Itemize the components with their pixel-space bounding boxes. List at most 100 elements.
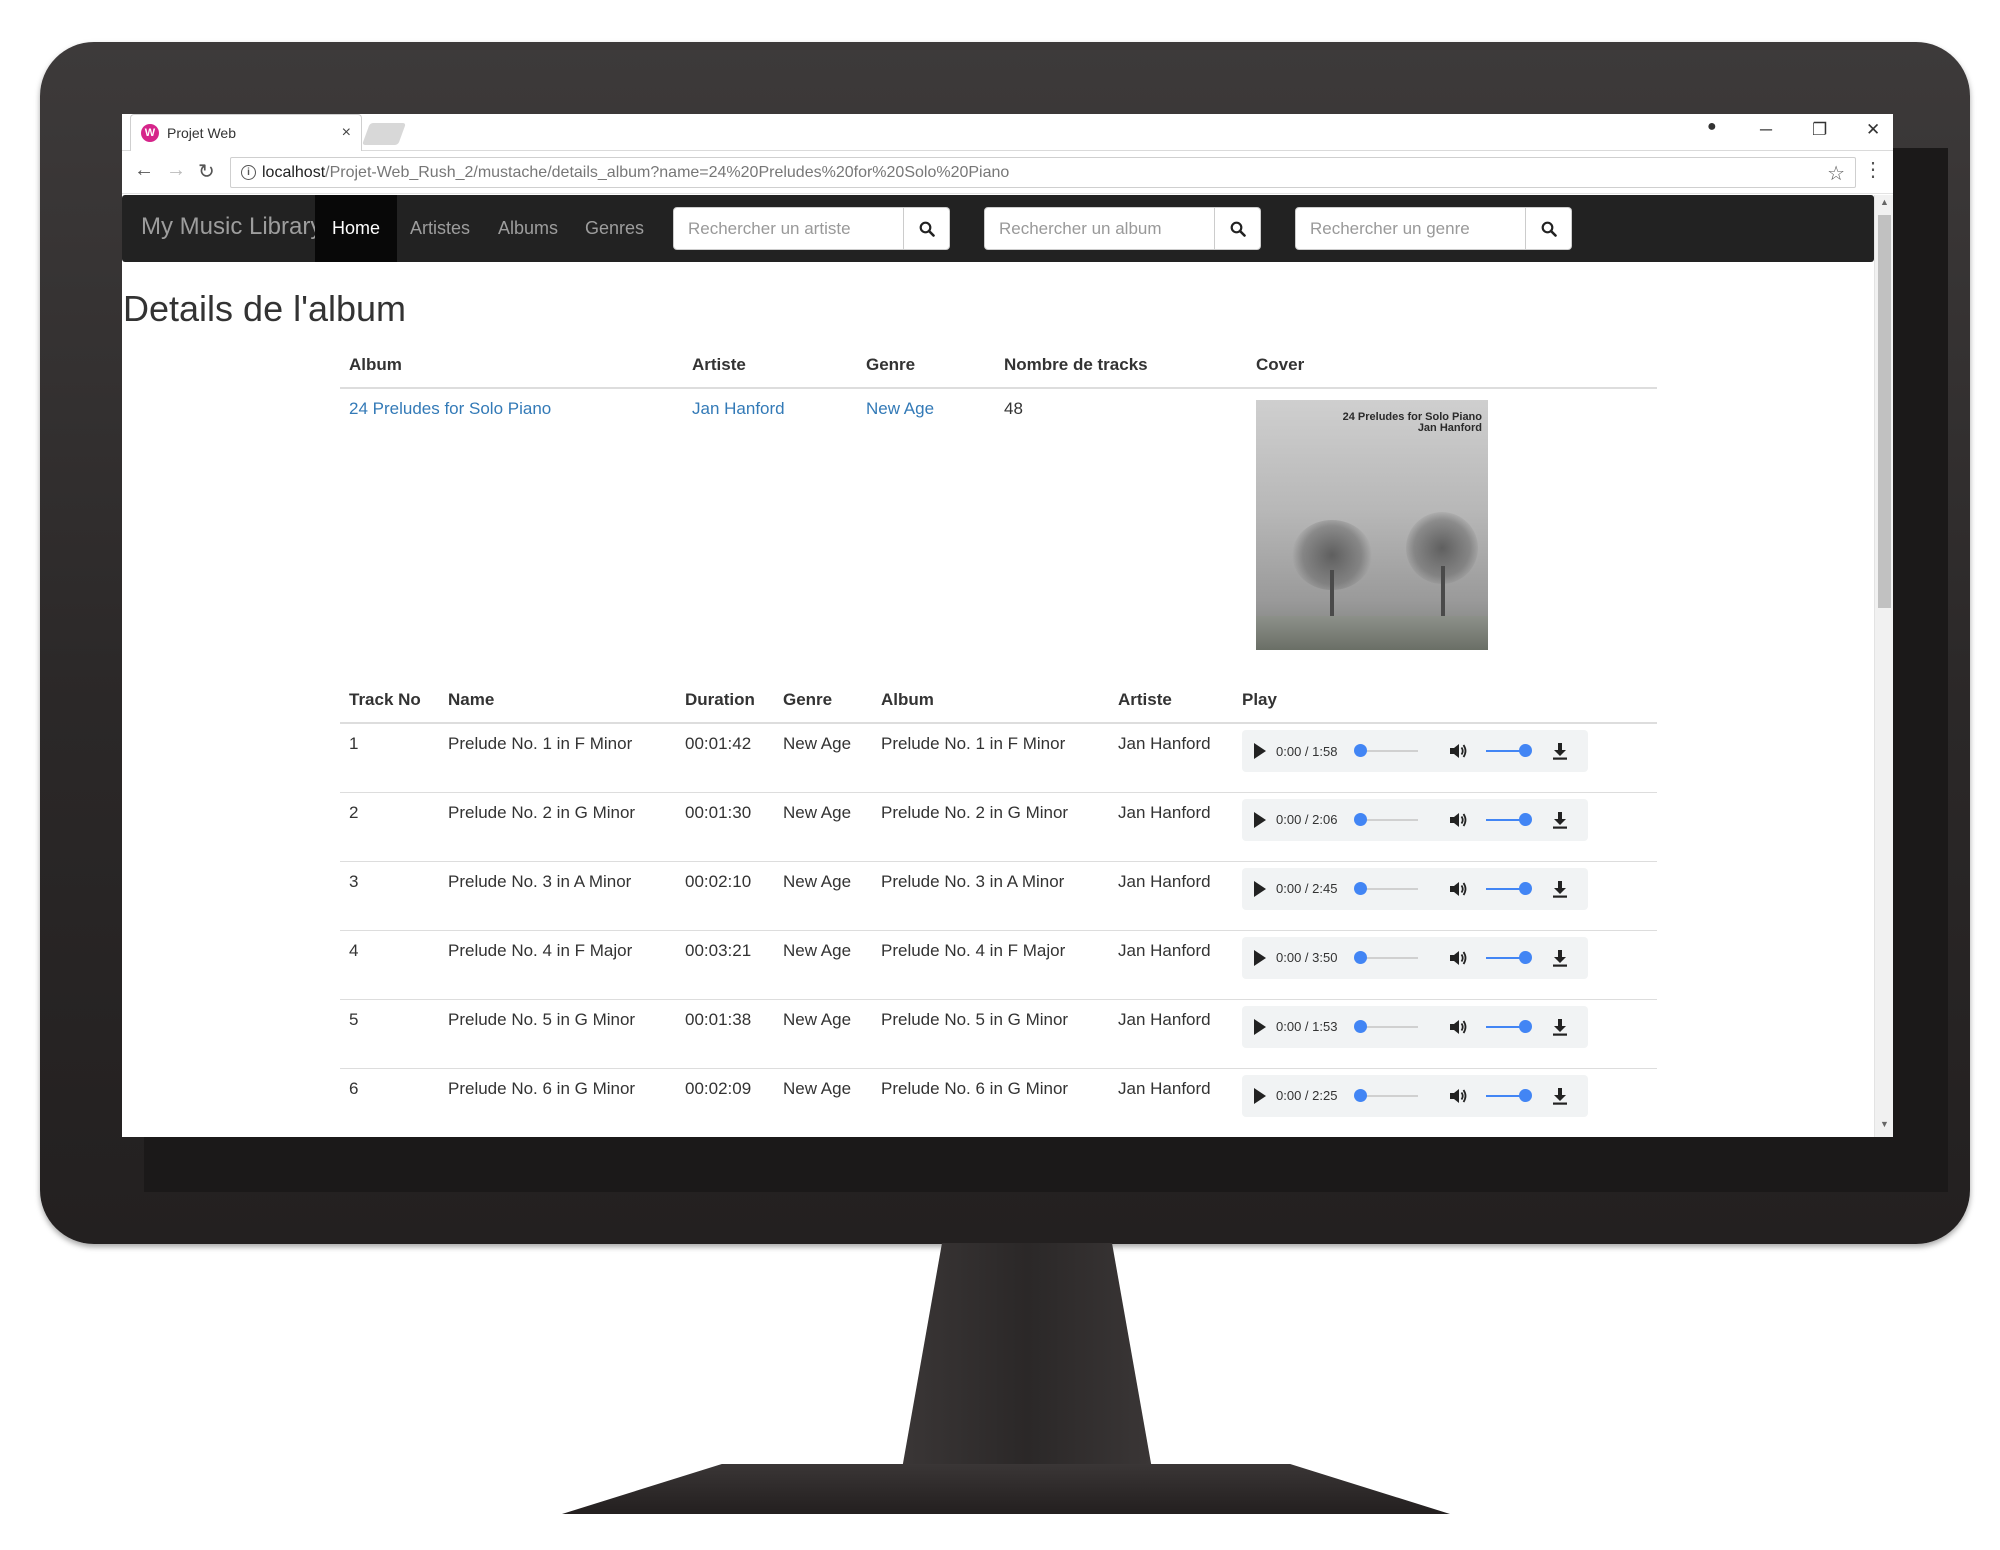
- close-tab-icon[interactable]: ×: [342, 124, 351, 142]
- seek-knob[interactable]: [1354, 812, 1367, 826]
- volume-knob[interactable]: [1519, 1088, 1532, 1102]
- volume-icon[interactable]: [1448, 1018, 1468, 1036]
- seek-slider[interactable]: [1354, 881, 1418, 895]
- seek-slider[interactable]: [1354, 1088, 1418, 1102]
- play-icon[interactable]: [1254, 811, 1266, 828]
- player-time: 0:00 / 2:45: [1276, 881, 1338, 896]
- genre-link[interactable]: New Age: [866, 399, 934, 418]
- nav-home[interactable]: Home: [315, 195, 398, 262]
- search-icon: [1230, 221, 1246, 237]
- seek-slider[interactable]: [1354, 950, 1418, 964]
- search-artist-group: [673, 207, 950, 250]
- download-icon[interactable]: [1552, 880, 1568, 898]
- url-path: /Projet-Web_Rush_2/mustache/details_albu…: [325, 163, 1010, 181]
- album-header: Album: [340, 343, 683, 389]
- artist-link[interactable]: Jan Hanford: [692, 399, 785, 418]
- volume-icon[interactable]: [1448, 949, 1468, 967]
- album-link[interactable]: 24 Preludes for Solo Piano: [349, 399, 551, 418]
- audio-player: 0:00 / 2:25: [1242, 1074, 1588, 1117]
- download-icon[interactable]: [1552, 811, 1568, 829]
- genre-header: Genre: [857, 343, 995, 389]
- browser-menu-icon[interactable]: ⋮: [1863, 160, 1883, 180]
- volume-icon[interactable]: [1448, 811, 1468, 829]
- scroll-thumb[interactable]: [1878, 215, 1891, 608]
- tab-strip: W Projet Web × ● ─ ❐ ✕: [122, 114, 1893, 151]
- track-artist: Jan Hanford: [1109, 1068, 1233, 1137]
- track-row: 2 Prelude No. 2 in G Minor 00:01:30 New …: [340, 792, 1657, 862]
- album-row: 24 Preludes for Solo Piano Jan Hanford N…: [340, 388, 1657, 650]
- browser-tab[interactable]: W Projet Web ×: [130, 114, 362, 151]
- player-time: 0:00 / 2:06: [1276, 812, 1338, 827]
- play-icon[interactable]: [1254, 743, 1266, 759]
- search-genre-input[interactable]: [1295, 207, 1526, 250]
- play-icon[interactable]: [1254, 880, 1266, 897]
- info-icon[interactable]: i: [241, 165, 256, 180]
- track-duration: 00:01:30: [676, 792, 774, 862]
- download-icon[interactable]: [1552, 742, 1568, 760]
- window-close-icon[interactable]: ✕: [1866, 120, 1880, 140]
- scroll-up-arrow-icon[interactable]: ▲: [1875, 197, 1893, 213]
- volume-icon[interactable]: [1448, 880, 1468, 898]
- download-icon[interactable]: [1552, 949, 1568, 967]
- volume-slider[interactable]: [1486, 1088, 1532, 1102]
- volume-knob[interactable]: [1519, 950, 1532, 964]
- seek-knob[interactable]: [1354, 950, 1367, 964]
- reload-icon[interactable]: ↻: [198, 159, 215, 184]
- track-artist: Jan Hanford: [1109, 861, 1233, 931]
- track-no: 1: [340, 723, 439, 793]
- new-tab-button[interactable]: [361, 123, 407, 145]
- play-icon[interactable]: [1254, 949, 1266, 966]
- track-duration: 00:02:09: [676, 1068, 774, 1137]
- seek-knob[interactable]: [1354, 1019, 1367, 1033]
- minimize-icon[interactable]: ─: [1760, 120, 1772, 140]
- url-host: localhost: [262, 163, 326, 181]
- url-bar[interactable]: i localhost /Projet-Web_Rush_2/mustache/…: [230, 157, 1856, 188]
- volume-slider[interactable]: [1486, 881, 1532, 895]
- search-artist-input[interactable]: [673, 207, 904, 250]
- download-icon[interactable]: [1552, 1018, 1568, 1036]
- cover-title-text: 24 Preludes for Solo Piano Jan Hanford: [1342, 411, 1482, 434]
- play-icon[interactable]: [1254, 1018, 1266, 1035]
- track-name: Prelude No. 5 in G Minor: [439, 999, 676, 1069]
- seek-knob[interactable]: [1354, 744, 1367, 757]
- volume-slider[interactable]: [1486, 812, 1532, 826]
- track-row: 4 Prelude No. 4 in F Major 00:03:21 New …: [340, 930, 1657, 1000]
- volume-knob[interactable]: [1519, 744, 1532, 757]
- play-icon[interactable]: [1254, 1087, 1266, 1104]
- nav-albums[interactable]: Albums: [481, 195, 575, 262]
- monitor-base: [562, 1464, 1450, 1514]
- player-time: 0:00 / 2:25: [1276, 1088, 1338, 1103]
- forward-icon[interactable]: →: [166, 159, 186, 182]
- track-no: 3: [340, 861, 439, 931]
- seek-slider[interactable]: [1354, 812, 1418, 826]
- search-album-button[interactable]: [1215, 207, 1261, 250]
- seek-slider[interactable]: [1354, 744, 1418, 757]
- volume-slider[interactable]: [1486, 744, 1532, 757]
- volume-slider[interactable]: [1486, 950, 1532, 964]
- search-artist-button[interactable]: [904, 207, 950, 250]
- account-icon[interactable]: ●: [1707, 118, 1717, 136]
- seek-slider[interactable]: [1354, 1019, 1418, 1033]
- download-icon[interactable]: [1552, 1087, 1568, 1105]
- nav-genres[interactable]: Genres: [568, 195, 661, 262]
- volume-slider[interactable]: [1486, 1019, 1532, 1033]
- restore-icon[interactable]: ❐: [1812, 120, 1827, 140]
- browser-window: W Projet Web × ● ─ ❐ ✕ ← → ↻ i localhost…: [122, 114, 1893, 1137]
- page-scrollbar[interactable]: ▲ ▼: [1874, 195, 1893, 1137]
- volume-knob[interactable]: [1519, 881, 1532, 895]
- volume-knob[interactable]: [1519, 812, 1532, 826]
- navbar-brand[interactable]: My Music Library: [141, 213, 322, 241]
- seek-knob[interactable]: [1354, 1088, 1367, 1102]
- bookmark-star-icon[interactable]: ☆: [1827, 161, 1845, 186]
- search-icon: [1541, 221, 1557, 237]
- search-album-input[interactable]: [984, 207, 1215, 250]
- search-genre-button[interactable]: [1526, 207, 1572, 250]
- volume-icon[interactable]: [1448, 742, 1468, 760]
- volume-icon[interactable]: [1448, 1087, 1468, 1105]
- track-genre: New Age: [774, 861, 872, 931]
- back-icon[interactable]: ←: [134, 159, 154, 182]
- volume-knob[interactable]: [1519, 1019, 1532, 1033]
- scroll-down-arrow-icon[interactable]: ▼: [1875, 1119, 1893, 1135]
- seek-knob[interactable]: [1354, 881, 1367, 895]
- nav-artistes[interactable]: Artistes: [393, 195, 487, 262]
